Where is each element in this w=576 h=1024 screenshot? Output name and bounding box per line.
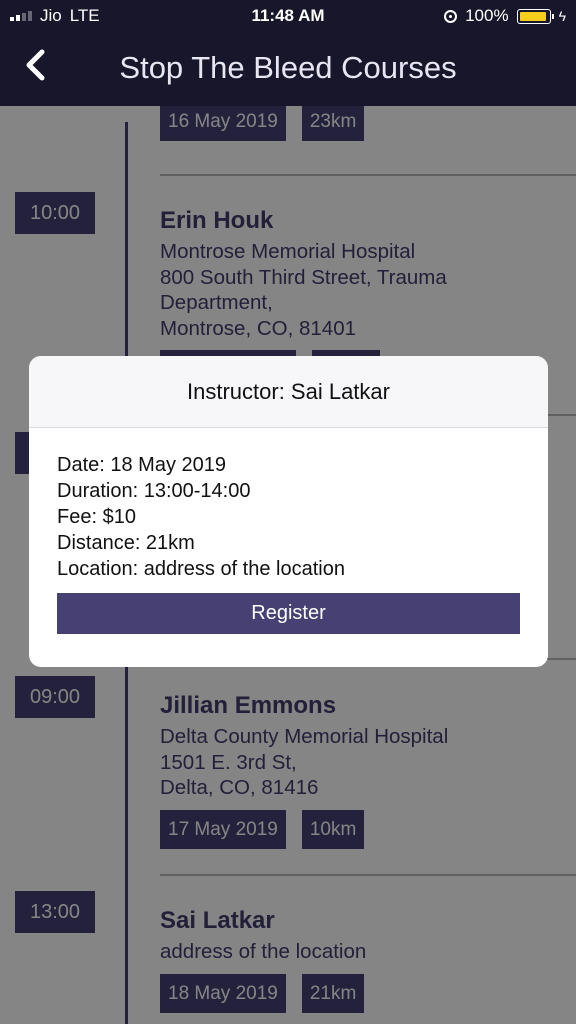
- course-location: Location: address of the location: [57, 558, 345, 580]
- course-duration: Duration: 13:00-14:00: [57, 480, 251, 502]
- top-bar: Jio LTE 11:48 AM 100% ϟ Stop The Bleed C…: [0, 0, 576, 106]
- dialog-title: Instructor: Sai Latkar: [29, 356, 548, 428]
- status-right: 100% ϟ: [444, 6, 566, 26]
- battery-label: 100%: [465, 6, 509, 25]
- status-bar: Jio LTE 11:48 AM 100% ϟ: [0, 0, 576, 32]
- course-distance: Distance: 21km: [57, 532, 195, 554]
- dialog-body: Date: 18 May 2019 Duration: 13:00-14:00 …: [29, 428, 548, 634]
- navigation-bar: Stop The Bleed Courses: [0, 40, 576, 102]
- charging-bolt-icon: ϟ: [558, 8, 566, 24]
- instructor-dialog: Instructor: Sai Latkar Date: 18 May 2019…: [29, 356, 548, 667]
- register-button[interactable]: Register: [57, 593, 520, 634]
- course-fee: Fee: $10: [57, 506, 136, 528]
- battery-icon: [516, 8, 554, 24]
- course-date: Date: 18 May 2019: [57, 454, 226, 476]
- orientation-lock-icon: [444, 9, 458, 23]
- page-title: Stop The Bleed Courses: [119, 50, 457, 85]
